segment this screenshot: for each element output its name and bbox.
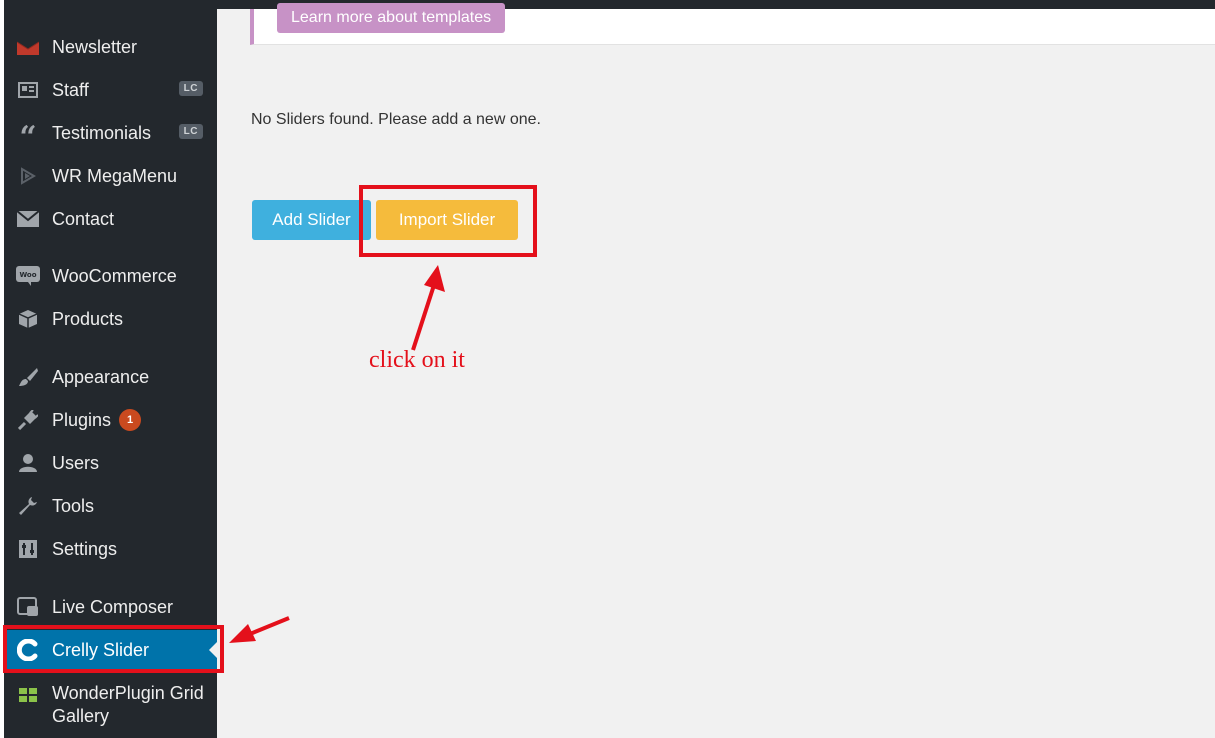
templates-notice: Learn more about templates <box>250 3 1215 45</box>
import-highlight-box <box>359 185 537 257</box>
sidebar-item-woocommerce[interactable]: Woo WooCommerce <box>4 256 217 296</box>
sidebar-item-label: Live Composer <box>52 596 174 617</box>
mail-icon <box>15 208 41 230</box>
sidebar-item-settings[interactable]: Settings <box>4 529 217 569</box>
sidebar-item-label: Appearance <box>52 366 150 387</box>
sidebar-item-tools[interactable]: Tools <box>4 486 217 526</box>
sidebar-item-plugins[interactable]: Plugins 1 <box>4 400 217 440</box>
sidebar-item-label: Newsletter <box>52 36 138 57</box>
sidebar-item-staff[interactable]: Staff LC <box>4 70 217 110</box>
sidebar-item-label: WR MegaMenu <box>52 165 178 186</box>
plug-icon <box>15 409 41 431</box>
grid-icon <box>15 684 41 706</box>
empty-state-message: No Sliders found. Please add a new one. <box>251 111 541 128</box>
sidebar-item-label: Tools <box>52 495 95 516</box>
sidebar-item-label: Settings <box>52 538 118 559</box>
sidebar-item-newsletter[interactable]: Newsletter <box>4 27 217 67</box>
add-slider-button[interactable]: Add Slider <box>252 200 371 240</box>
quote-icon: “ <box>19 120 37 155</box>
sidebar-item-label: WonderPlugin Grid Gallery <box>52 683 204 726</box>
megamenu-icon <box>15 165 41 187</box>
sidebar-item-live-composer[interactable]: Live Composer <box>4 587 217 627</box>
sidebar-item-label: Contact <box>52 208 115 229</box>
sidebar-item-label: WooCommerce <box>52 265 177 286</box>
sidebar-item-label: Testimonials <box>52 122 152 143</box>
annotation-text: click on it <box>369 347 465 373</box>
user-icon <box>15 452 41 474</box>
sidebar-item-products[interactable]: Products <box>4 299 217 339</box>
sidebar-item-label: Staff <box>52 79 89 100</box>
lc-badge: LC <box>178 81 203 96</box>
svg-text:Woo: Woo <box>19 271 36 279</box>
id-card-icon <box>15 79 41 101</box>
sidebar-item-label: Plugins <box>52 409 112 430</box>
sidebar-item-wonderplugin[interactable]: WonderPlugin Grid Gallery <box>4 678 217 734</box>
learn-templates-button[interactable]: Learn more about templates <box>277 3 506 33</box>
update-count-badge: 1 <box>119 409 142 431</box>
sidebar-item-label: Products <box>52 308 124 329</box>
sidebar-item-wr-megamenu[interactable]: WR MegaMenu <box>4 156 217 196</box>
main-content: Learn more about templates No Sliders fo… <box>217 0 1215 738</box>
sidebar-item-testimonials[interactable]: “ Testimonials LC <box>4 113 217 153</box>
wrench-icon <box>15 495 41 517</box>
composer-icon <box>15 596 41 618</box>
sidebar-item-users[interactable]: Users <box>4 443 217 483</box>
woo-icon: Woo <box>15 265 41 287</box>
paintbrush-icon <box>15 366 41 388</box>
sidebar-item-label: Users <box>52 452 100 473</box>
sidebar-item-appearance[interactable]: Appearance <box>4 357 217 397</box>
crelly-highlight-box <box>3 625 224 673</box>
lc-badge: LC <box>178 124 203 139</box>
box-icon <box>15 308 41 330</box>
envelope-open-icon <box>15 36 41 58</box>
sidebar-item-contact[interactable]: Contact <box>4 199 217 239</box>
sliders-icon <box>15 538 41 560</box>
